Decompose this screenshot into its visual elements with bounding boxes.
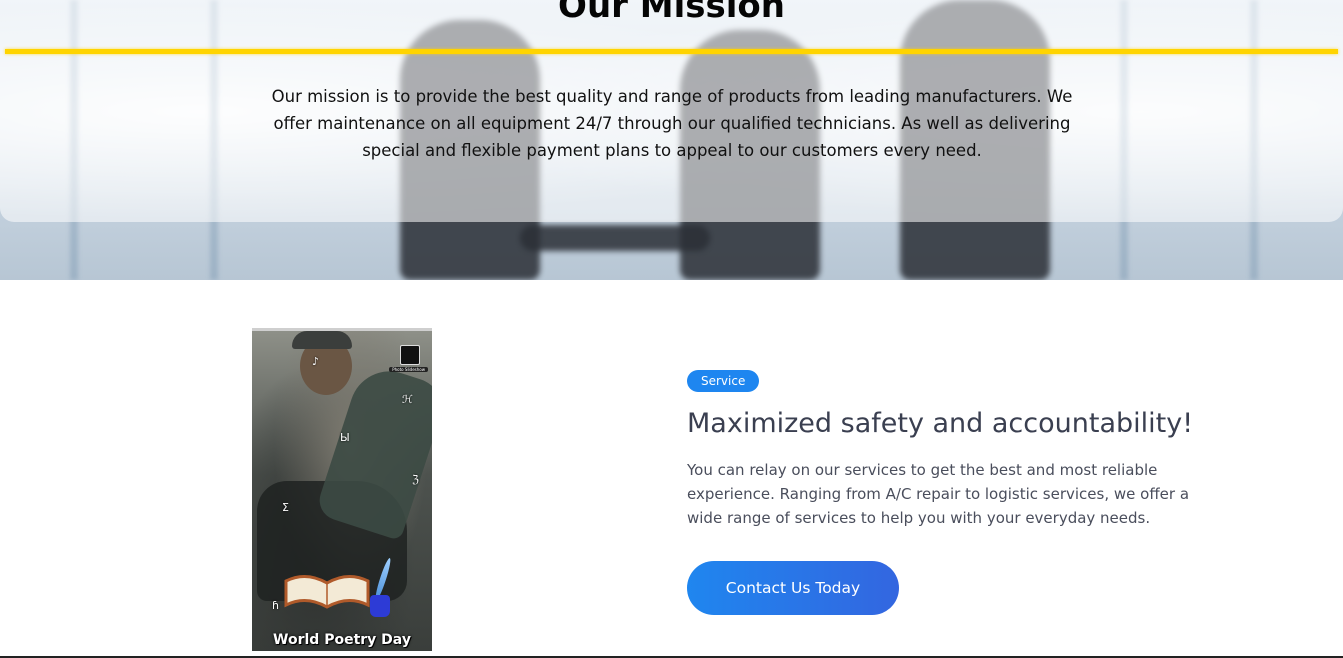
mission-hero: Our Mission Our mission is to provide th… [0, 0, 1343, 280]
service-description: You can relay on our services to get the… [687, 461, 1190, 527]
letter-glyph-icon: ♪ [312, 355, 320, 368]
title-underline [5, 49, 1338, 54]
open-book-icon [284, 575, 370, 609]
worker-cap [292, 331, 352, 349]
corner-label: Photo Slideshow [389, 367, 428, 372]
page-title: Our Mission [558, 0, 785, 26]
letter-glyph-icon: Σ [282, 501, 289, 514]
letter-glyph-icon: Ы [340, 431, 350, 444]
contact-us-button[interactable]: Contact Us Today [687, 561, 899, 615]
app-logo-icon [400, 345, 420, 365]
mission-text: Our mission is to provide the best quali… [271, 87, 1073, 160]
ink-bottle-icon [370, 595, 390, 617]
video-caption: World Poetry Day [273, 632, 411, 648]
service-badge: Service [687, 370, 760, 392]
letter-glyph-icon: ɦ [272, 599, 279, 612]
service-heading: Maximized safety and accountability! [687, 408, 1194, 439]
handshake [520, 225, 710, 251]
video-thumbnail[interactable]: Photo Slideshow ♪ ℋ Ы Σ ℨ ɦ World Poetry… [252, 328, 432, 651]
letter-glyph-icon: ℋ [402, 393, 413, 406]
letter-glyph-icon: ℨ [412, 473, 419, 486]
